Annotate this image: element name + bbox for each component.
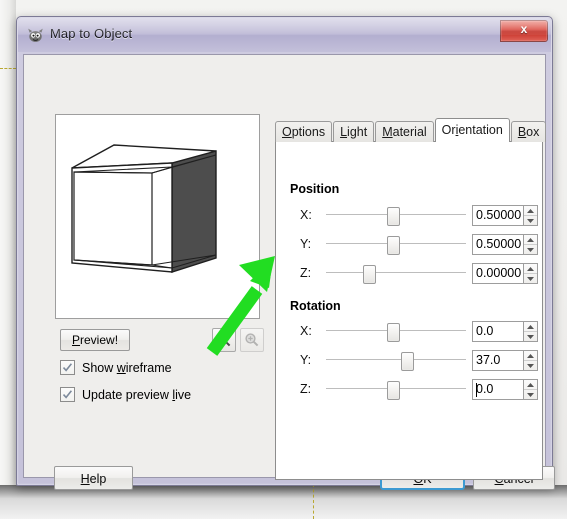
position-y-spinner[interactable]: 0.50000 (472, 233, 538, 255)
slider-track (326, 359, 466, 360)
wilber-icon (27, 27, 44, 43)
window-titlebar[interactable]: Map to Object x (18, 18, 551, 52)
spinner-up-icon[interactable] (524, 235, 537, 244)
position-z-slider[interactable] (326, 263, 466, 284)
spinner-down-icon[interactable] (524, 243, 537, 254)
close-button-glyph: x (520, 22, 528, 36)
slider-handle[interactable] (400, 352, 414, 371)
rotation-y-value[interactable]: 37.0 (472, 349, 524, 371)
position-x-slider[interactable] (326, 205, 466, 226)
slider-handle[interactable] (386, 207, 400, 226)
position-z-value[interactable]: 0.00000 (472, 262, 524, 284)
spinner-up-icon[interactable] (524, 380, 537, 389)
rotation-x-value[interactable]: 0.0 (472, 320, 524, 342)
rotation-group-title: Rotation (290, 299, 341, 313)
window-title: Map to Object (50, 26, 133, 41)
dialog-client-area: Preview! Show wireframe Update preview l… (23, 54, 547, 480)
position-y-row: Y: 0.50000 (300, 233, 540, 255)
position-y-value[interactable]: 0.50000 (472, 233, 524, 255)
orientation-tab-panel: Position X: 0.50000 Y: 0.50000 Z: 0.0000… (275, 141, 543, 480)
close-icon[interactable]: x (500, 20, 548, 42)
spinner-buttons[interactable] (524, 320, 538, 342)
rotation-x-row: X: 0.0 (300, 320, 540, 342)
spinner-up-icon[interactable] (524, 351, 537, 360)
spinner-buttons[interactable] (524, 204, 538, 226)
rotation-z-label: Z: (300, 382, 312, 396)
help-button[interactable]: Help (54, 466, 133, 490)
magnifier-plus-icon[interactable] (240, 328, 264, 352)
canvas-guide-vertical (313, 484, 314, 519)
rotation-x-label: X: (300, 324, 312, 338)
tab-material[interactable]: Material (375, 121, 434, 142)
spinner-buttons[interactable] (524, 233, 538, 255)
spinner-up-icon[interactable] (524, 322, 537, 331)
tab-light[interactable]: Light (333, 121, 375, 142)
spinner-up-icon[interactable] (524, 264, 537, 273)
spinner-buttons[interactable] (524, 378, 538, 400)
preview-panel[interactable] (55, 114, 260, 319)
rotation-y-spinner[interactable]: 37.0 (472, 349, 538, 371)
spinner-down-icon[interactable] (524, 359, 537, 370)
position-z-row: Z: 0.00000 (300, 262, 540, 284)
slider-handle[interactable] (363, 265, 376, 284)
slider-handle[interactable] (386, 323, 400, 342)
rotation-y-row: Y: 37.0 (300, 349, 540, 371)
checkbox-show-wireframe[interactable]: Show wireframe (60, 360, 172, 375)
position-z-spinner[interactable]: 0.00000 (472, 262, 538, 284)
position-x-row: X: 0.50000 (300, 204, 540, 226)
rotation-y-label: Y: (300, 353, 312, 367)
spinner-down-icon[interactable] (524, 330, 537, 341)
checkbox-show-wireframe-label: Show wireframe (82, 360, 172, 375)
backdrop-left-gutter (0, 0, 16, 519)
position-x-value[interactable]: 0.50000 (472, 204, 524, 226)
spinner-buttons[interactable] (524, 262, 538, 284)
canvas-guide-horizontal (0, 68, 16, 69)
tab-orientation[interactable]: Orientation (434, 118, 510, 142)
position-x-label: X: (300, 208, 312, 222)
settings-notebook: Options Light Material Orientation Box P… (275, 118, 547, 480)
spinner-down-icon[interactable] (524, 214, 537, 225)
tab-box[interactable]: Box (510, 121, 547, 142)
spinner-down-icon[interactable] (524, 272, 537, 283)
position-y-label: Y: (300, 237, 312, 251)
rotation-x-spinner[interactable]: 0.0 (472, 320, 538, 342)
slider-track (326, 272, 466, 273)
position-z-label: Z: (300, 266, 312, 280)
rotation-z-value[interactable]: 0.0 (472, 378, 524, 400)
rotation-z-spinner[interactable]: 0.0 (472, 378, 538, 400)
preview-button[interactable]: Preview! (60, 329, 131, 351)
rotation-z-row: Z: 0.0 (300, 378, 540, 400)
map-to-object-dialog: Map to Object x Preview! Show wireframe … (16, 16, 555, 490)
cube-preview (56, 115, 259, 318)
position-x-spinner[interactable]: 0.50000 (472, 204, 538, 226)
spinner-down-icon[interactable] (524, 388, 537, 399)
rotation-z-slider[interactable] (326, 379, 466, 400)
checkbox-update-preview-live[interactable]: Update preview live (60, 387, 191, 402)
rotation-y-slider[interactable] (326, 350, 466, 371)
backdrop-bottom-gutter (0, 485, 567, 519)
spinner-buttons[interactable] (524, 349, 538, 371)
checkmark-icon (60, 387, 75, 402)
position-group-title: Position (290, 182, 340, 196)
magnifier-minus-icon[interactable] (212, 328, 236, 352)
checkmark-icon (60, 360, 75, 375)
position-y-slider[interactable] (326, 234, 466, 255)
slider-handle[interactable] (386, 381, 400, 400)
slider-handle[interactable] (386, 236, 400, 255)
rotation-x-slider[interactable] (326, 321, 466, 342)
tab-options[interactable]: Options (275, 121, 333, 142)
spinner-up-icon[interactable] (524, 206, 537, 215)
tab-strip: Options Light Material Orientation Box (275, 118, 547, 142)
checkbox-update-preview-live-label: Update preview live (82, 387, 192, 402)
